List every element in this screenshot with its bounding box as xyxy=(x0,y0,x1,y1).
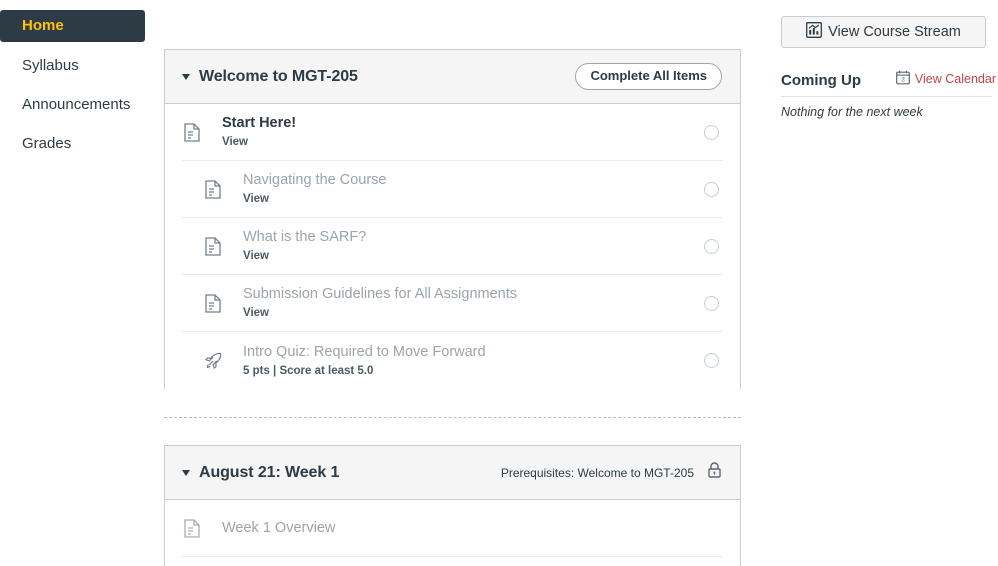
module-item-body: Navigating the Course View xyxy=(243,171,704,207)
module-title: August 21: Week 1 xyxy=(199,463,340,481)
module-header-actions: Prerequisites: Welcome to MGT-205 xyxy=(501,461,722,484)
sidebar-item-home[interactable]: Home xyxy=(0,10,145,42)
module-item-title[interactable]: Week 1 Overview xyxy=(222,519,719,537)
chevron-down-icon[interactable] xyxy=(182,469,190,476)
module-item-body: Start Here! View xyxy=(222,114,704,150)
module-prerequisites: Prerequisites: Welcome to MGT-205 xyxy=(500,465,694,480)
module-item-status xyxy=(704,238,723,254)
module-header: Welcome to MGT-205 Complete All Items xyxy=(165,50,740,104)
module-item-body: Submission Guidelines for All Assignment… xyxy=(243,285,704,321)
view-course-stream-label: View Course Stream xyxy=(828,24,961,40)
module-item-status xyxy=(704,124,723,140)
completion-circle[interactable] xyxy=(704,181,719,197)
coming-up-title: Coming Up xyxy=(781,72,861,89)
course-stream-icon xyxy=(806,22,823,42)
module-welcome: Welcome to MGT-205 Complete All Items St… xyxy=(164,49,741,389)
module-week-1: August 21: Week 1 Prerequisites: Welcome… xyxy=(164,445,741,566)
modules-content: Welcome to MGT-205 Complete All Items St… xyxy=(164,0,741,566)
sidebar-item-announcements[interactable]: Announcements xyxy=(0,90,152,120)
module-item[interactable]: Navigating the Course View xyxy=(182,161,723,218)
divider xyxy=(781,96,992,97)
module-title: Welcome to MGT-205 xyxy=(199,67,358,85)
module-item-points: 5 pts | Score at least 5.0 xyxy=(243,364,374,377)
module-item[interactable]: Submission Guidelines for All Assignment… xyxy=(182,275,723,332)
course-navigation: Home Syllabus Announcements Grades xyxy=(0,0,152,566)
module-item-title[interactable]: Intro Quiz: Required to Move Forward xyxy=(243,343,704,361)
completion-circle[interactable] xyxy=(704,124,719,140)
module-divider xyxy=(164,417,741,445)
chevron-down-icon[interactable] xyxy=(182,73,190,80)
view-calendar-link[interactable]: 3 View Calendar xyxy=(896,70,998,88)
coming-up-header: Coming Up 3 View Calendar xyxy=(781,70,998,89)
view-calendar-label: View Calendar xyxy=(914,72,996,86)
module-item[interactable]: Start Here! View xyxy=(182,104,723,161)
rocket-icon xyxy=(203,351,223,370)
calendar-day-number: 3 xyxy=(901,77,905,84)
completion-circle[interactable] xyxy=(704,353,719,368)
module-header-actions: Complete All Items xyxy=(575,63,722,90)
module-item-title[interactable]: What is the SARF? xyxy=(243,228,704,246)
module-item-body: What is the SARF? View xyxy=(243,228,704,264)
document-icon xyxy=(182,518,202,538)
module-item-title[interactable]: Start Here! xyxy=(222,114,704,132)
module-item-subtitle: View xyxy=(243,307,269,319)
module-item-subtitle: View xyxy=(243,250,269,262)
course-home-page: Home Syllabus Announcements Grades Welco… xyxy=(0,0,998,566)
complete-all-items-button[interactable]: Complete All Items xyxy=(575,63,722,90)
module-header: August 21: Week 1 Prerequisites: Welcome… xyxy=(165,446,740,500)
module-item-subtitle: View xyxy=(243,193,269,205)
document-icon xyxy=(203,236,223,256)
coming-up-empty-message: Nothing for the next week xyxy=(781,105,923,119)
document-icon xyxy=(182,122,202,142)
document-icon xyxy=(203,293,223,313)
module-item-status xyxy=(704,353,723,368)
module-item-title[interactable]: Navigating the Course xyxy=(243,171,704,189)
document-icon xyxy=(203,179,223,199)
module-item-body: Intro Quiz: Required to Move Forward 5 p… xyxy=(243,343,704,379)
sidebar-item-grades[interactable]: Grades xyxy=(0,129,152,159)
module-item-list: Start Here! View Navigating the Course V… xyxy=(165,104,740,389)
module-item-status xyxy=(704,181,723,197)
module-item-status xyxy=(704,295,723,311)
view-course-stream-button[interactable]: View Course Stream xyxy=(781,16,986,48)
module-item[interactable]: What is the SARF? View xyxy=(182,218,723,275)
module-item-title[interactable]: Submission Guidelines for All Assignment… xyxy=(243,285,704,303)
module-item[interactable]: Week 1 Materials xyxy=(182,557,723,566)
completion-circle[interactable] xyxy=(704,295,719,311)
module-item-body: Week 1 Overview xyxy=(222,519,719,537)
module-spacer xyxy=(164,389,741,417)
module-item[interactable]: Week 1 Overview xyxy=(182,500,723,557)
right-sidebar: View Course Stream Coming Up 3 View Cale… xyxy=(781,0,998,566)
completion-circle[interactable] xyxy=(704,238,719,254)
calendar-icon: 3 xyxy=(896,70,910,88)
sidebar-item-syllabus[interactable]: Syllabus xyxy=(0,51,152,81)
module-item-subtitle: View xyxy=(222,136,248,148)
lock-icon xyxy=(707,461,722,484)
module-item-list: Week 1 Overview Week 1 Materials xyxy=(165,500,740,566)
module-item[interactable]: Intro Quiz: Required to Move Forward 5 p… xyxy=(182,332,723,389)
